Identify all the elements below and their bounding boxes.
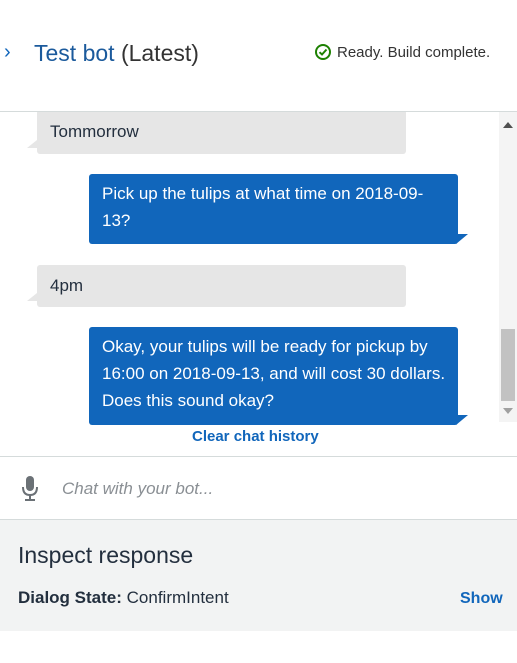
bot-message: 4pm — [27, 265, 406, 307]
message-text: Pick up the tulips at what time on 2018-… — [102, 184, 424, 230]
bot-title: Test bot (Latest) — [34, 38, 199, 68]
bot-message: Tommorrow — [27, 112, 406, 154]
chat-transcript[interactable]: Tommorrow Pick up the tulips at what tim… — [0, 112, 500, 455]
chevron-right-icon[interactable]: › — [4, 42, 20, 62]
bot-name: Test bot — [34, 40, 115, 66]
build-status-text: Ready. Build complete. — [337, 43, 491, 61]
message-text: Okay, your tulips will be ready for pick… — [102, 337, 446, 410]
check-circle-icon — [315, 44, 331, 60]
chat-input-bar — [0, 456, 517, 519]
chat-scrollbar[interactable] — [499, 112, 517, 422]
clear-chat-history-link[interactable]: Clear chat history — [192, 428, 319, 445]
message-text: Tommorrow — [50, 122, 139, 141]
microphone-icon[interactable] — [22, 476, 38, 502]
scroll-down-arrow-icon[interactable] — [503, 408, 513, 414]
build-status: Ready. Build complete. — [315, 42, 490, 62]
bot-version: (Latest) — [120, 40, 199, 66]
chat-input[interactable] — [60, 473, 494, 505]
user-message: Pick up the tulips at what time on 2018-… — [89, 174, 468, 244]
show-button[interactable]: Show — [460, 590, 503, 608]
scrollbar-thumb[interactable] — [501, 329, 515, 401]
test-bot-header: › Test bot (Latest) Ready. Build complet… — [0, 0, 517, 112]
dialog-state-label: Dialog State: — [18, 588, 122, 607]
scroll-up-arrow-icon[interactable] — [503, 122, 513, 128]
dialog-state-value: ConfirmIntent — [126, 588, 229, 607]
dialog-state: Dialog State: ConfirmIntent — [18, 588, 229, 608]
message-text: 4pm — [50, 276, 84, 295]
user-message: Okay, your tulips will be ready for pick… — [89, 327, 468, 425]
inspect-response-panel: Inspect response Dialog State: ConfirmIn… — [0, 519, 517, 631]
inspect-response-title: Inspect response — [18, 542, 194, 568]
